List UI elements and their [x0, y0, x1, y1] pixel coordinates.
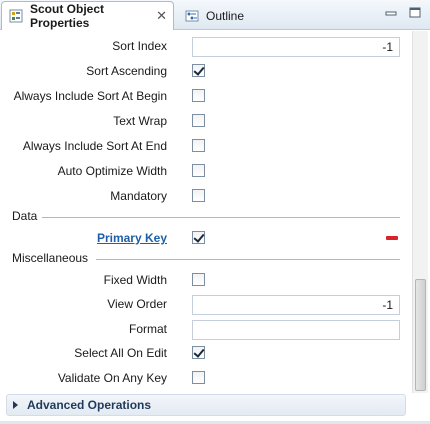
scrollbar-thumb[interactable] — [415, 279, 426, 391]
sort-index-field[interactable]: -1 — [192, 37, 400, 57]
property-row-fixed-width: Fixed Width — [0, 269, 410, 293]
section-divider — [42, 217, 400, 218]
select-all-on-edit-checkbox[interactable] — [192, 346, 205, 359]
view-order-field[interactable]: -1 — [192, 295, 400, 315]
tab-outline[interactable]: Outline — [178, 1, 258, 30]
chevron-right-icon[interactable] — [13, 401, 18, 409]
outline-icon — [184, 8, 200, 24]
property-row-sort-index: Sort Index -1 — [0, 35, 410, 59]
close-icon[interactable]: ✕ — [156, 8, 167, 24]
view-order-label: View Order — [107, 297, 167, 311]
vertical-scrollbar[interactable] — [412, 31, 428, 393]
section-miscellaneous: Miscellaneous — [0, 250, 410, 268]
minimize-icon[interactable] — [384, 7, 398, 19]
maximize-icon[interactable] — [408, 7, 422, 19]
format-field[interactable] — [192, 320, 400, 340]
section-divider — [96, 259, 400, 260]
section-title-miscellaneous: Miscellaneous — [12, 251, 89, 265]
property-row-always-include-sort-at-begin: Always Include Sort At Begin — [0, 85, 410, 109]
property-row-primary-key: Primary Key — [0, 227, 410, 251]
properties-icon — [8, 8, 24, 24]
tab-label: Scout Object Properties — [30, 2, 105, 30]
sort-index-label: Sort Index — [112, 39, 167, 53]
format-label: Format — [128, 322, 167, 336]
property-row-select-all-on-edit: Select All On Edit — [0, 342, 410, 366]
primary-key-checkbox[interactable] — [192, 231, 205, 244]
validate-on-any-key-label: Validate On Any Key — [57, 371, 167, 385]
property-row-text-wrap: Text Wrap — [0, 110, 410, 134]
property-row-format: Format — [0, 318, 410, 342]
auto-optimize-width-label: Auto Optimize Width — [57, 164, 167, 178]
section-title-data: Data — [12, 209, 38, 223]
property-row-always-include-sort-at-end: Always Include Sort At End — [0, 135, 410, 159]
property-row-sort-ascending: Sort Ascending — [0, 60, 410, 84]
property-row-view-order: View Order -1 — [0, 293, 410, 317]
auto-optimize-width-checkbox[interactable] — [192, 164, 205, 177]
select-all-on-edit-label: Select All On Edit — [74, 346, 167, 360]
text-wrap-checkbox[interactable] — [192, 114, 205, 127]
tab-label: Outline — [206, 8, 245, 23]
view-tab-bar: Scout Object Properties ✕ Outline — [0, 0, 430, 30]
mandatory-label: Mandatory — [110, 189, 167, 203]
minus-icon[interactable] — [386, 236, 398, 240]
properties-panel: Sort Index -1 Sort Ascending Always Incl… — [0, 31, 430, 424]
fixed-width-checkbox[interactable] — [192, 273, 205, 286]
advanced-operations-label: Advanced Operations — [27, 398, 152, 412]
property-row-auto-optimize-width: Auto Optimize Width — [0, 160, 410, 184]
text-wrap-label: Text Wrap — [113, 114, 167, 128]
mandatory-checkbox[interactable] — [192, 189, 205, 202]
tab-scout-object-properties[interactable]: Scout Object Properties ✕ — [1, 1, 174, 30]
sort-ascending-label: Sort Ascending — [86, 64, 167, 78]
primary-key-link[interactable]: Primary Key — [97, 231, 167, 245]
always-include-sort-at-end-checkbox[interactable] — [192, 139, 205, 152]
advanced-operations-toggle[interactable]: Advanced Operations — [6, 394, 406, 416]
always-include-sort-at-begin-label: Always Include Sort At Begin — [13, 89, 167, 103]
property-row-mandatory: Mandatory — [0, 185, 410, 209]
sort-ascending-checkbox[interactable] — [192, 64, 205, 77]
validate-on-any-key-checkbox[interactable] — [192, 371, 205, 384]
property-row-validate-on-any-key: Validate On Any Key — [0, 367, 410, 391]
always-include-sort-at-begin-checkbox[interactable] — [192, 89, 205, 102]
fixed-width-label: Fixed Width — [103, 273, 167, 287]
section-data: Data — [0, 208, 410, 226]
always-include-sort-at-end-label: Always Include Sort At End — [22, 139, 167, 153]
